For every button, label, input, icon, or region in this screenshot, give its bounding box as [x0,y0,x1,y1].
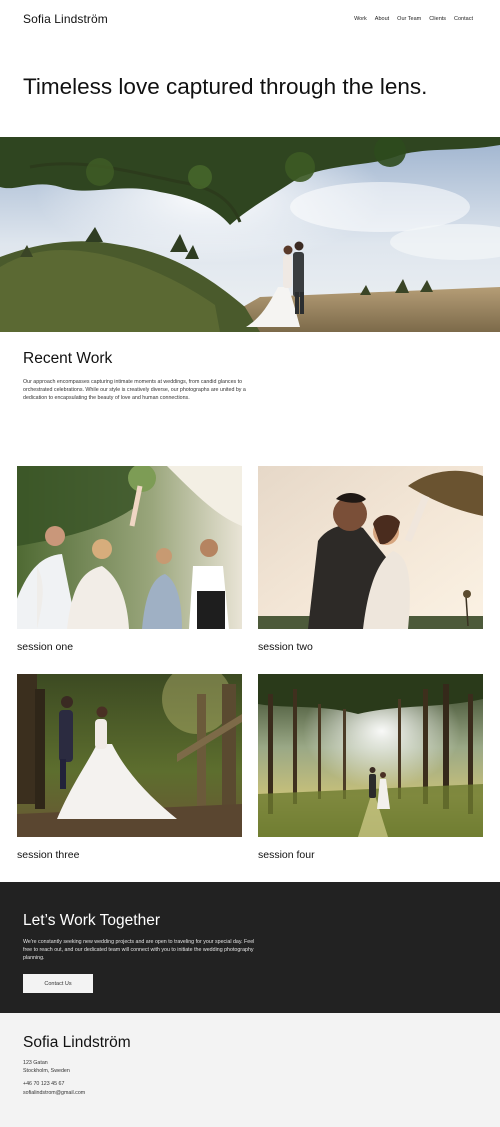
nav-work[interactable]: Work [354,16,367,22]
contact-us-button[interactable]: Contact Us [23,974,93,993]
session-one-photo[interactable] [17,466,242,629]
session-card[interactable]: session one [17,466,242,653]
cta-title: Let’s Work Together [23,912,160,929]
site-footer: Sofia Lindström 123 Gatan Stockholm, Swe… [0,1013,500,1127]
recent-work-title: Recent Work [23,350,113,367]
main-nav: Work About Our Team Clients Contact [354,16,473,22]
brand-logo[interactable]: Sofia Lindström [23,12,108,26]
footer-address-line1: 123 Gatan [23,1060,48,1066]
cta-text: We're constantly seeking new wedding pro… [23,939,255,962]
footer-brand: Sofia Lindström [23,1034,131,1051]
cta-section: Let’s Work Together We're constantly see… [0,882,500,1013]
footer-contact-info: 123 Gatan Stockholm, Sweden +46 70 123 4… [23,1059,85,1097]
session-one-caption[interactable]: session one [17,641,242,653]
site-header: Sofia Lindström Work About Our Team Clie… [0,0,500,40]
session-four-caption[interactable]: session four [258,849,483,861]
hero-title: Timeless love captured through the lens. [23,74,428,99]
hero-image [0,137,500,332]
session-four-photo[interactable] [258,674,483,837]
footer-phone[interactable]: +46 70 123 45 67 [23,1080,85,1088]
session-three-photo[interactable] [17,674,242,837]
nav-about[interactable]: About [375,16,389,22]
session-two-caption[interactable]: session two [258,641,483,653]
footer-address-line2: Stockholm, Sweden [23,1068,70,1075]
nav-clients[interactable]: Clients [429,16,446,22]
session-two-photo[interactable] [258,466,483,629]
footer-email[interactable]: sofialindstrom@gmail.com [23,1089,85,1097]
session-card[interactable]: session four [258,674,483,861]
nav-contact[interactable]: Contact [454,16,473,22]
session-three-caption[interactable]: session three [17,849,242,861]
session-card[interactable]: session two [258,466,483,653]
nav-our-team[interactable]: Our Team [397,16,421,22]
session-card[interactable]: session three [17,674,242,861]
recent-work-description: Our approach encompasses capturing intim… [23,379,246,401]
